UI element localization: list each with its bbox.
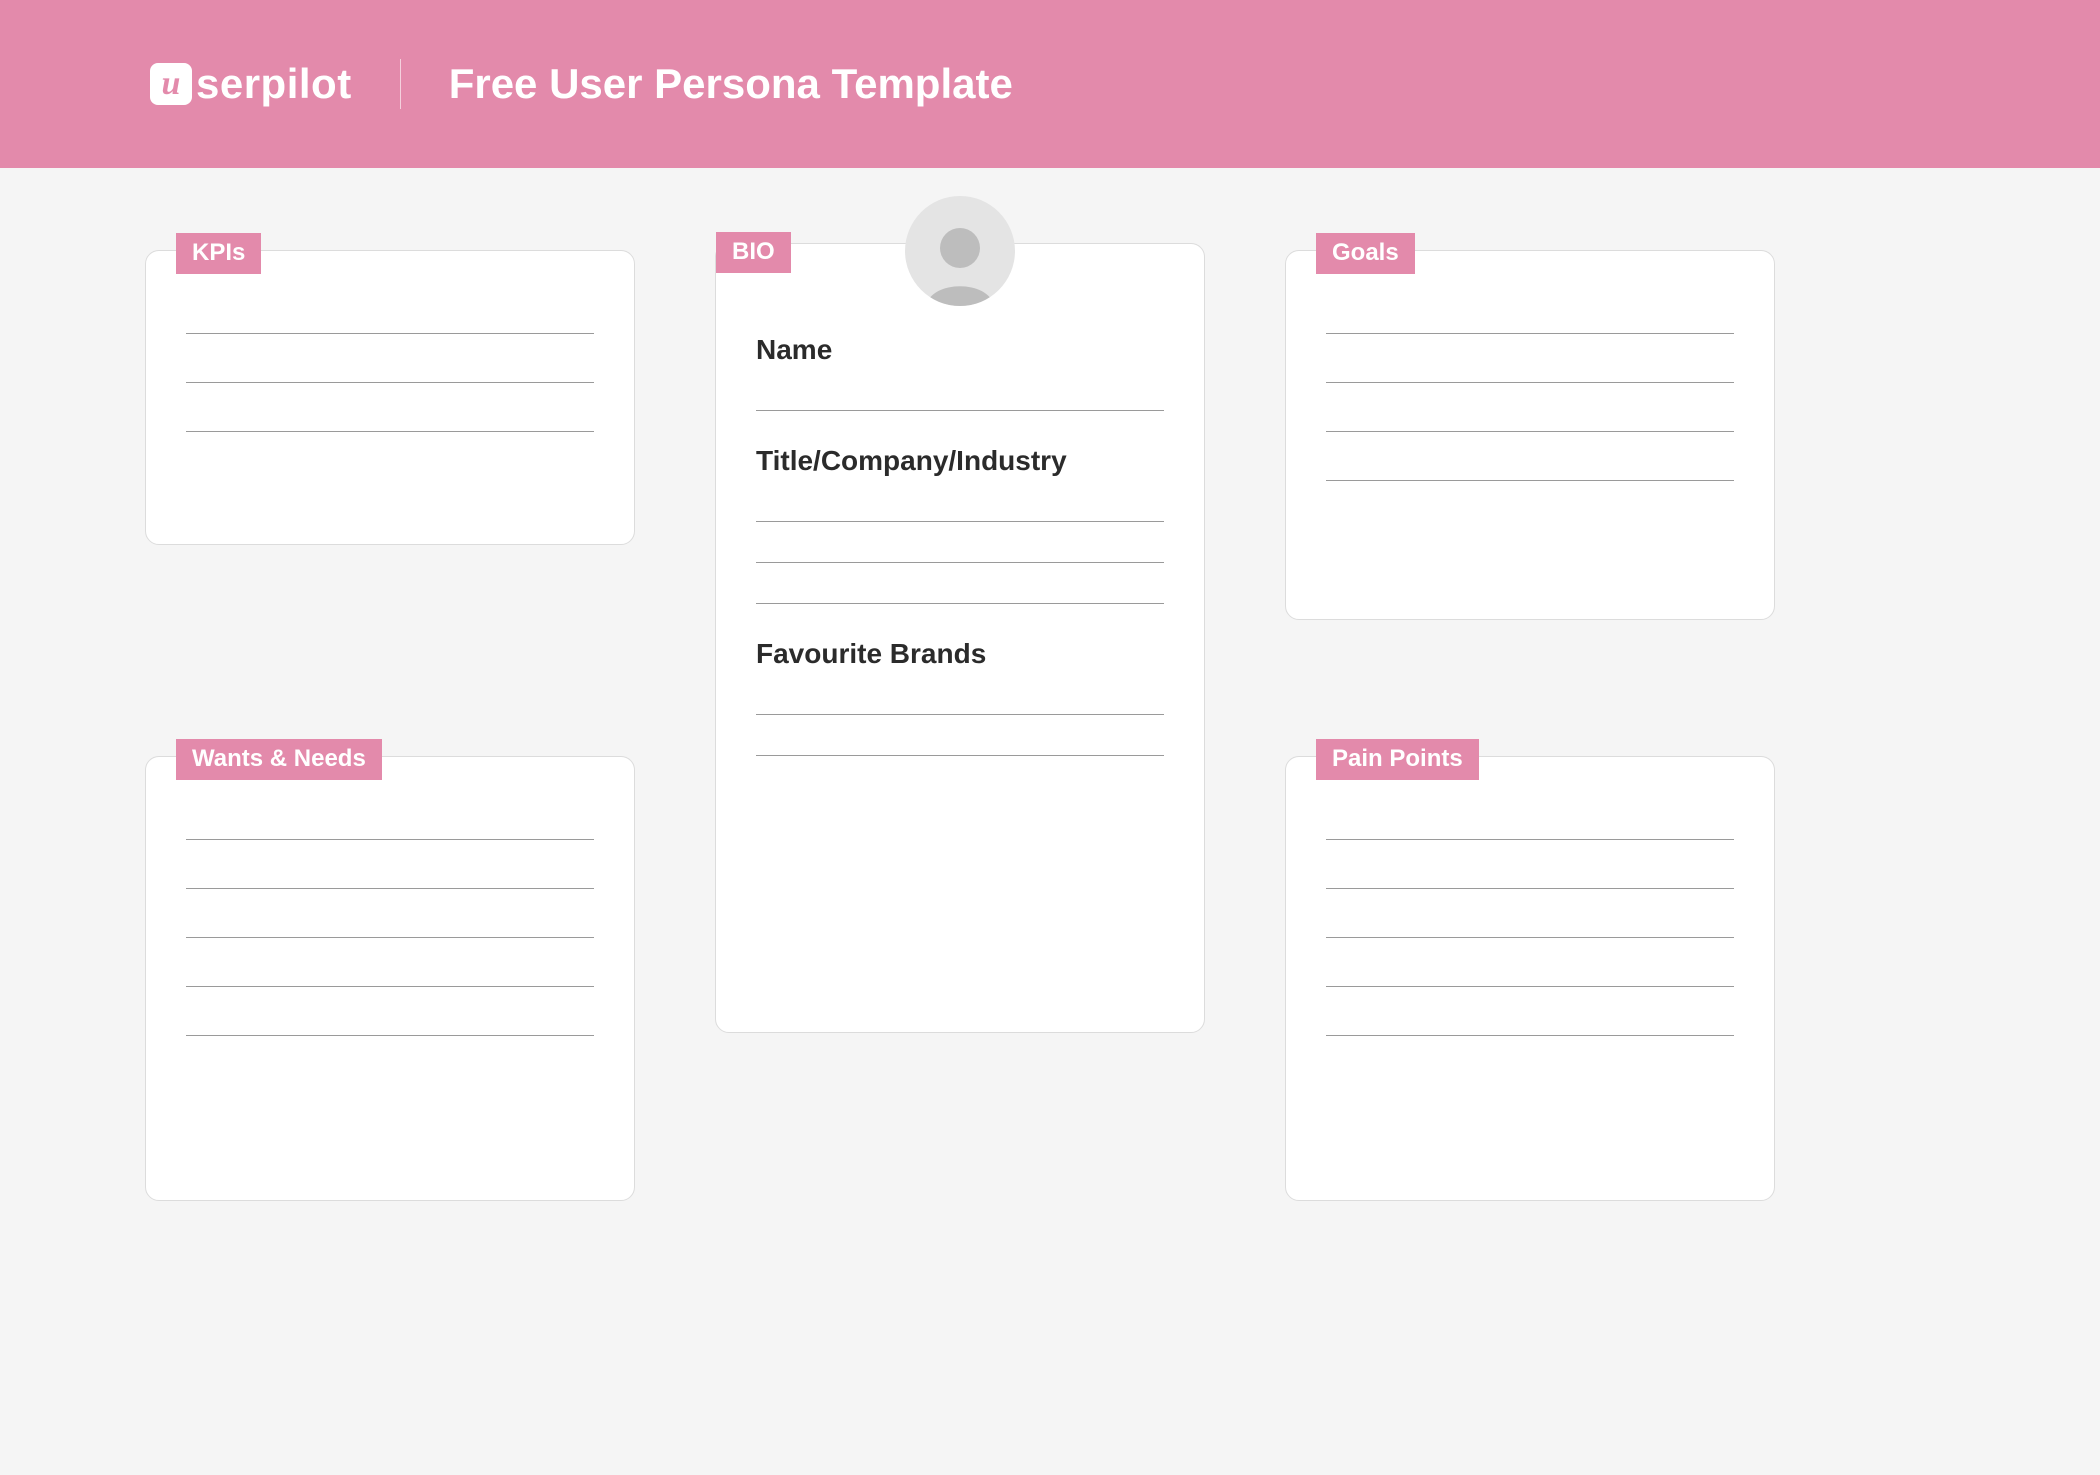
page-title: Free User Persona Template: [449, 60, 1013, 108]
logo-text: serpilot: [196, 60, 352, 108]
header-bar: u serpilot Free User Persona Template: [0, 0, 2100, 168]
input-line[interactable]: [186, 333, 594, 334]
kpis-card[interactable]: KPIs: [145, 250, 635, 545]
input-line[interactable]: [756, 714, 1164, 715]
input-line[interactable]: [756, 410, 1164, 411]
input-line[interactable]: [1326, 431, 1734, 432]
input-line[interactable]: [186, 986, 594, 987]
wants-tag: Wants & Needs: [176, 739, 382, 780]
goals-tag: Goals: [1316, 233, 1415, 274]
input-line[interactable]: [186, 937, 594, 938]
input-line[interactable]: [1326, 937, 1734, 938]
bio-tag: BIO: [716, 232, 791, 273]
header-divider: [400, 59, 401, 109]
logo: u serpilot: [150, 60, 352, 108]
bio-name-label: Name: [756, 334, 1164, 366]
kpis-tag: KPIs: [176, 233, 261, 274]
input-line[interactable]: [186, 431, 594, 432]
bio-card[interactable]: BIO Name Title/Company/Industry Favourit…: [715, 243, 1205, 1033]
input-line[interactable]: [756, 521, 1164, 522]
avatar-placeholder-icon[interactable]: [905, 196, 1015, 306]
input-line[interactable]: [186, 888, 594, 889]
input-line[interactable]: [186, 382, 594, 383]
input-line[interactable]: [186, 839, 594, 840]
person-silhouette-icon: [915, 216, 1005, 306]
input-line[interactable]: [1326, 480, 1734, 481]
input-line[interactable]: [1326, 1035, 1734, 1036]
input-line[interactable]: [186, 1035, 594, 1036]
input-line[interactable]: [756, 562, 1164, 563]
input-line[interactable]: [756, 755, 1164, 756]
goals-card[interactable]: Goals: [1285, 250, 1775, 620]
input-line[interactable]: [1326, 888, 1734, 889]
input-line[interactable]: [1326, 382, 1734, 383]
pain-points-card[interactable]: Pain Points: [1285, 756, 1775, 1201]
input-line[interactable]: [1326, 333, 1734, 334]
wants-card[interactable]: Wants & Needs: [145, 756, 635, 1201]
template-canvas: KPIs Wants & Needs BIO Name Title/Compan…: [0, 168, 2100, 1475]
input-line[interactable]: [1326, 986, 1734, 987]
bio-title-label: Title/Company/Industry: [756, 445, 1164, 477]
logo-mark-icon: u: [150, 63, 192, 105]
input-line[interactable]: [1326, 839, 1734, 840]
input-line[interactable]: [756, 603, 1164, 604]
pain-points-tag: Pain Points: [1316, 739, 1479, 780]
bio-brands-label: Favourite Brands: [756, 638, 1164, 670]
